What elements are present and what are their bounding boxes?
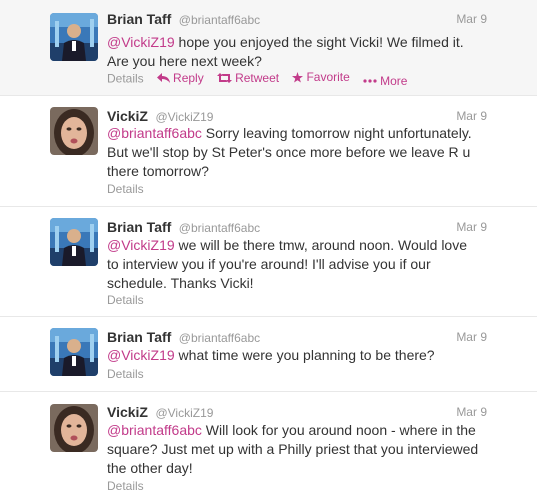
tweet-item[interactable]: Brian Taff @briantaff6abc Mar 9 @VickiZ1… [0, 0, 537, 96]
author-name[interactable]: Brian Taff [107, 329, 171, 345]
tweet-actions: Details [107, 182, 144, 196]
mention-link[interactable]: @VickiZ19 [107, 237, 175, 253]
tweet-text-line: But we'll stop by St Peter's once more b… [107, 144, 471, 160]
tweet-text: @briantaff6abc Will look for you around … [107, 421, 507, 478]
tweet-text-line: hope you enjoyed the sight Vicki! We fil… [174, 34, 464, 50]
details-link[interactable]: Details [107, 293, 144, 307]
retweet-button[interactable]: Retweet [217, 71, 279, 85]
details-link[interactable]: Details [107, 479, 144, 493]
tweet-actions: Details Reply Retweet Favorite More [107, 70, 407, 88]
author-handle[interactable]: @briantaff6abc [179, 13, 260, 27]
author-handle[interactable]: @VickiZ19 [155, 406, 213, 420]
tweet-text: @VickiZ19 what time were you planning to… [107, 346, 507, 365]
details-link[interactable]: Details [107, 182, 144, 196]
author-name[interactable]: VickiZ [107, 404, 148, 420]
mention-link[interactable]: @VickiZ19 [107, 347, 175, 363]
reply-label: Reply [173, 70, 204, 85]
tweet-timestamp[interactable]: Mar 9 [456, 12, 487, 26]
more-label: More [380, 73, 408, 88]
tweet-text: @VickiZ19 we will be there tmw, around n… [107, 236, 507, 293]
tweet-item[interactable]: VickiZ @VickiZ19 Mar 9 @briantaff6abc So… [0, 96, 537, 207]
author-name[interactable]: Brian Taff [107, 219, 171, 235]
more-button[interactable]: More [363, 74, 407, 88]
tweet-header: Brian Taff @briantaff6abc Mar 9 [107, 11, 537, 29]
author-name[interactable]: Brian Taff [107, 11, 171, 27]
tweet-text-line: the other day! [107, 460, 193, 476]
retweet-icon [217, 72, 233, 83]
tweet-timestamp[interactable]: Mar 9 [456, 109, 487, 123]
tweet-text-line: Are you here next week? [107, 53, 262, 69]
mention-link[interactable]: @briantaff6abc [107, 125, 202, 141]
tweet-actions: Details [107, 367, 144, 381]
tweet-timestamp[interactable]: Mar 9 [456, 405, 487, 419]
tweet-text: @VickiZ19 hope you enjoyed the sight Vic… [107, 33, 507, 71]
tweet-text-line: Sorry leaving tomorrow night unfortunate… [201, 125, 472, 141]
avatar-vickiz[interactable] [50, 107, 98, 155]
mention-link[interactable]: @briantaff6abc [107, 422, 202, 438]
author-handle[interactable]: @VickiZ19 [155, 110, 213, 124]
tweet-text-line: we will be there tmw, around noon. Would… [174, 237, 468, 253]
tweet-actions: Details [107, 479, 144, 493]
author-name[interactable]: VickiZ [107, 108, 148, 124]
tweet-header: Brian Taff @briantaff6abc Mar 9 [107, 329, 537, 347]
tweet-actions: Details [107, 293, 144, 307]
tweet-item[interactable]: Brian Taff @briantaff6abc Mar 9 @VickiZ1… [0, 207, 537, 317]
tweet-text-line: there tomorrow? [107, 163, 209, 179]
details-link[interactable]: Details [107, 367, 144, 381]
reply-button[interactable]: Reply [157, 71, 204, 85]
tweet-item[interactable]: Brian Taff @briantaff6abc Mar 9 @VickiZ1… [0, 317, 537, 392]
favorite-label: Favorite [306, 70, 350, 84]
tweet-text: @briantaff6abc Sorry leaving tomorrow ni… [107, 124, 507, 181]
tweet-text-line: what time were you planning to be there? [174, 347, 435, 363]
tweet-text-line: Will look for you around noon - where in… [201, 422, 476, 438]
tweet-header: Brian Taff @briantaff6abc Mar 9 [107, 219, 537, 237]
retweet-label: Retweet [235, 70, 280, 85]
avatar-vickiz[interactable] [50, 404, 98, 452]
tweet-timestamp[interactable]: Mar 9 [456, 330, 487, 344]
tweet-text-line: schedule. Thanks Vicki! [107, 275, 254, 291]
reply-icon [157, 72, 171, 83]
tweet-conversation: Brian Taff @briantaff6abc Mar 9 @VickiZ1… [0, 0, 537, 504]
tweet-timestamp[interactable]: Mar 9 [456, 220, 487, 234]
mention-link[interactable]: @VickiZ19 [107, 34, 175, 50]
author-handle[interactable]: @briantaff6abc [179, 331, 260, 345]
avatar-brian-taff[interactable] [50, 13, 98, 61]
favorite-button[interactable]: Favorite [292, 70, 350, 84]
more-icon [363, 78, 377, 83]
star-icon [292, 71, 304, 83]
tweet-text-line: to interview you if you're around! I'll … [107, 256, 431, 272]
avatar-brian-taff[interactable] [50, 218, 98, 266]
tweet-text-line: square? Just met up with a Philly priest… [107, 441, 479, 457]
details-link[interactable]: Details [107, 72, 144, 86]
author-handle[interactable]: @briantaff6abc [179, 221, 260, 235]
tweet-item[interactable]: VickiZ @VickiZ19 Mar 9 @briantaff6abc Wi… [0, 392, 537, 504]
tweet-header: VickiZ @VickiZ19 Mar 9 [107, 404, 537, 422]
avatar-brian-taff[interactable] [50, 328, 98, 376]
